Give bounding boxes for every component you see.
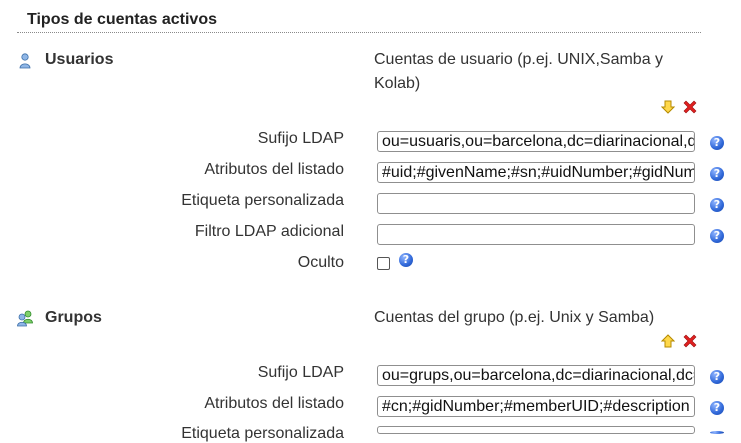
help-icon[interactable]: ?: [710, 401, 724, 415]
delete-icon[interactable]: [682, 333, 698, 349]
suffix-input[interactable]: ou=usuaris,ou=barcelona,dc=diarinacional…: [377, 131, 695, 152]
custom-label-label: Etiqueta personalizada: [181, 192, 344, 209]
list-attributes-input[interactable]: #uid;#givenName;#sn;#uidNumber;#gidNumbe…: [377, 162, 695, 183]
section-divider: [17, 32, 701, 33]
help-icon[interactable]: ?: [710, 136, 724, 150]
group-icon: [17, 310, 33, 327]
type-name-grupos: Grupos: [45, 309, 102, 326]
arrow-up-icon[interactable]: [661, 334, 675, 348]
custom-label-input[interactable]: [377, 426, 695, 434]
help-icon[interactable]: ?: [710, 198, 724, 212]
delete-icon[interactable]: [682, 99, 698, 115]
section-title: Tipos de cuentas activos: [27, 11, 217, 28]
custom-label-input[interactable]: [377, 193, 695, 214]
ldap-filter-input[interactable]: [377, 224, 695, 245]
list-attributes-label: Atributos del listado: [204, 395, 344, 412]
list-attributes-input[interactable]: #cn;#gidNumber;#memberUID;#description: [377, 396, 695, 417]
arrow-down-icon[interactable]: [661, 100, 675, 114]
type-description-usuarios: Cuentas de usuario (p.ej. UNIX,Samba y K…: [374, 51, 664, 92]
type-description-grupos: Cuentas del grupo (p.ej. Unix y Samba): [374, 309, 655, 326]
suffix-label: Sufijo LDAP: [257, 130, 344, 147]
suffix-input[interactable]: ou=grups,ou=barcelona,dc=diarinacional,d…: [377, 365, 695, 386]
type-name-usuarios: Usuarios: [45, 51, 114, 68]
list-attributes-label: Atributos del listado: [204, 161, 344, 178]
help-icon[interactable]: ?: [710, 229, 724, 243]
help-icon[interactable]: ?: [399, 253, 413, 267]
user-icon: [19, 53, 31, 69]
help-icon[interactable]: ?: [710, 167, 724, 181]
help-icon[interactable]: ?: [710, 370, 724, 384]
ldap-filter-label: Filtro LDAP adicional: [194, 223, 344, 240]
hidden-checkbox[interactable]: [377, 257, 390, 270]
hidden-label: Oculto: [297, 254, 344, 271]
suffix-label: Sufijo LDAP: [257, 364, 344, 381]
custom-label-label: Etiqueta personalizada: [181, 425, 344, 442]
